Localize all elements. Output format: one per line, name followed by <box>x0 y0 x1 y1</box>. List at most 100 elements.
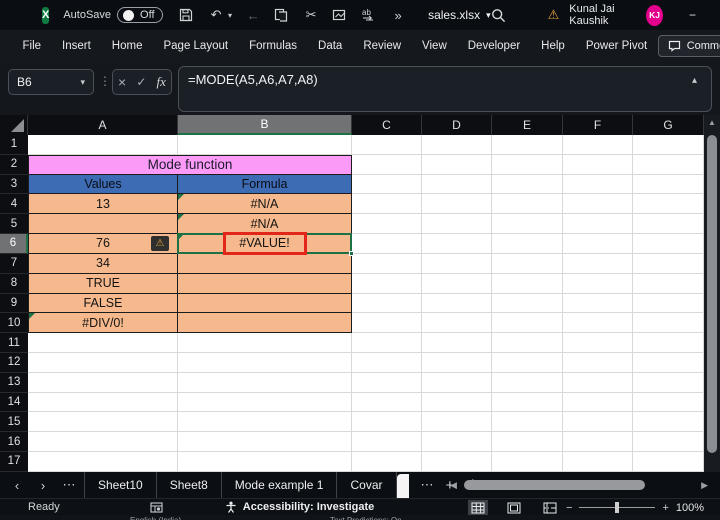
cell-E8[interactable] <box>492 273 563 294</box>
cell-F6[interactable] <box>563 234 633 254</box>
cell-G1[interactable] <box>633 135 704 155</box>
find-replace-icon[interactable]: ab <box>361 8 377 22</box>
cell-G7[interactable] <box>633 253 704 274</box>
row-header-9[interactable]: 9 <box>0 293 28 314</box>
row-header-13[interactable]: 13 <box>0 372 28 393</box>
cell-A17[interactable] <box>28 452 178 472</box>
cell-D14[interactable] <box>422 392 492 413</box>
column-header-a[interactable]: A <box>28 115 178 135</box>
cell-B14[interactable] <box>178 392 352 413</box>
minimize-button[interactable]: − <box>677 0 709 30</box>
macro-record-icon[interactable] <box>150 501 163 513</box>
error-warning-icon[interactable]: ⚠ <box>151 236 169 252</box>
cell-E10[interactable] <box>492 313 563 334</box>
page-layout-view-button[interactable] <box>504 500 524 515</box>
cell-A1[interactable] <box>28 135 178 155</box>
row-header-7[interactable]: 7 <box>0 253 28 274</box>
cell-G3[interactable] <box>633 174 704 195</box>
cell-D7[interactable] <box>422 253 492 274</box>
cell-F1[interactable] <box>563 135 633 155</box>
cell-F15[interactable] <box>563 412 633 433</box>
cell-E2[interactable] <box>492 154 563 175</box>
formula-input[interactable]: =MODE(A5,A6,A7,A8) ▴ <box>178 66 712 112</box>
row-header-10[interactable]: 10 <box>0 313 28 334</box>
cell-G5[interactable] <box>633 214 704 235</box>
cell-E12[interactable] <box>492 352 563 373</box>
cell-G10[interactable] <box>633 313 704 334</box>
cell-B12[interactable] <box>178 352 352 373</box>
cell-D2[interactable] <box>422 154 492 175</box>
tab-file[interactable]: File <box>12 30 52 62</box>
cell-C5[interactable] <box>352 214 422 235</box>
horizontal-scrollbar[interactable]: ◀ ▶ <box>448 472 712 498</box>
normal-view-button[interactable] <box>468 500 488 515</box>
scroll-left-icon[interactable]: ◀ <box>450 480 457 491</box>
row-header-14[interactable]: 14 <box>0 392 28 413</box>
cell-D10[interactable] <box>422 313 492 334</box>
cell-F2[interactable] <box>563 154 633 175</box>
column-header-f[interactable]: F <box>563 115 633 135</box>
column-header-b[interactable]: B <box>178 115 352 135</box>
row-header-16[interactable]: 16 <box>0 432 28 452</box>
column-header-c[interactable]: C <box>352 115 422 135</box>
cell-E1[interactable] <box>492 135 563 155</box>
cell-B3[interactable]: Formula <box>178 174 352 195</box>
cell-G16[interactable] <box>633 432 704 452</box>
vertical-scrollbar-thumb[interactable] <box>707 135 717 453</box>
cell-E15[interactable] <box>492 412 563 433</box>
cell-B8[interactable] <box>178 273 352 294</box>
cell-G9[interactable] <box>633 293 704 314</box>
cell-A4[interactable]: 13 <box>28 194 178 215</box>
cell-C16[interactable] <box>352 432 422 452</box>
cell-G8[interactable] <box>633 273 704 294</box>
select-all-corner[interactable] <box>0 115 28 135</box>
cell-E17[interactable] <box>492 452 563 472</box>
row-header-5[interactable]: 5 <box>0 214 28 235</box>
maximize-button[interactable]: □ <box>708 0 720 30</box>
cell-G4[interactable] <box>633 194 704 215</box>
cell-C7[interactable] <box>352 253 422 274</box>
cell-E16[interactable] <box>492 432 563 452</box>
cell-D13[interactable] <box>422 372 492 393</box>
cell-A7[interactable]: 34 <box>28 253 178 274</box>
scroll-up-icon[interactable]: ▲ <box>704 118 720 127</box>
save-icon[interactable] <box>179 8 195 22</box>
autosave-control[interactable]: AutoSave Off <box>63 7 164 23</box>
cell-C9[interactable] <box>352 293 422 314</box>
row-header-8[interactable]: 8 <box>0 273 28 294</box>
cell-C12[interactable] <box>352 352 422 373</box>
enter-formula-icon[interactable]: ✓ <box>136 75 146 89</box>
tab-developer[interactable]: Developer <box>457 30 530 62</box>
collapse-formula-bar-icon[interactable]: ▴ <box>692 75 697 86</box>
zoom-level[interactable]: 100% <box>676 502 704 514</box>
accessibility-status[interactable]: Accessibility: Investigate <box>225 501 374 513</box>
cell-A6[interactable]: 76 ⚠ <box>28 234 178 254</box>
autosave-toggle[interactable]: Off <box>117 7 164 23</box>
cell-C13[interactable] <box>352 372 422 393</box>
sheet-tab-sheet8[interactable]: Sheet8 <box>157 472 222 498</box>
tab-home[interactable]: Home <box>101 30 153 62</box>
insert-function-icon[interactable]: fx <box>157 74 166 90</box>
avatar[interactable]: KJ <box>646 4 663 26</box>
cell-B7[interactable] <box>178 253 352 274</box>
cell-D12[interactable] <box>422 352 492 373</box>
cell-F5[interactable] <box>563 214 633 235</box>
column-header-d[interactable]: D <box>422 115 492 135</box>
cell-merged-title[interactable]: Mode function <box>28 154 352 175</box>
cell-G2[interactable] <box>633 154 704 175</box>
tab-power-pivot[interactable]: Power Pivot <box>575 30 657 62</box>
row-header-4[interactable]: 4 <box>0 194 28 215</box>
cell-F13[interactable] <box>563 372 633 393</box>
cell-C15[interactable] <box>352 412 422 433</box>
cell-B13[interactable] <box>178 372 352 393</box>
tab-insert[interactable]: Insert <box>52 30 102 62</box>
search-icon[interactable] <box>491 8 506 23</box>
cell-B11[interactable] <box>178 333 352 353</box>
cell-C4[interactable] <box>352 194 422 215</box>
cell-B4[interactable]: #N/A <box>178 194 352 215</box>
cell-C6[interactable] <box>352 234 422 254</box>
cell-A9[interactable]: FALSE <box>28 293 178 314</box>
sheet-tab-sheet10[interactable]: Sheet10 <box>84 472 157 498</box>
cell-A16[interactable] <box>28 432 178 452</box>
cell-B9[interactable] <box>178 293 352 314</box>
